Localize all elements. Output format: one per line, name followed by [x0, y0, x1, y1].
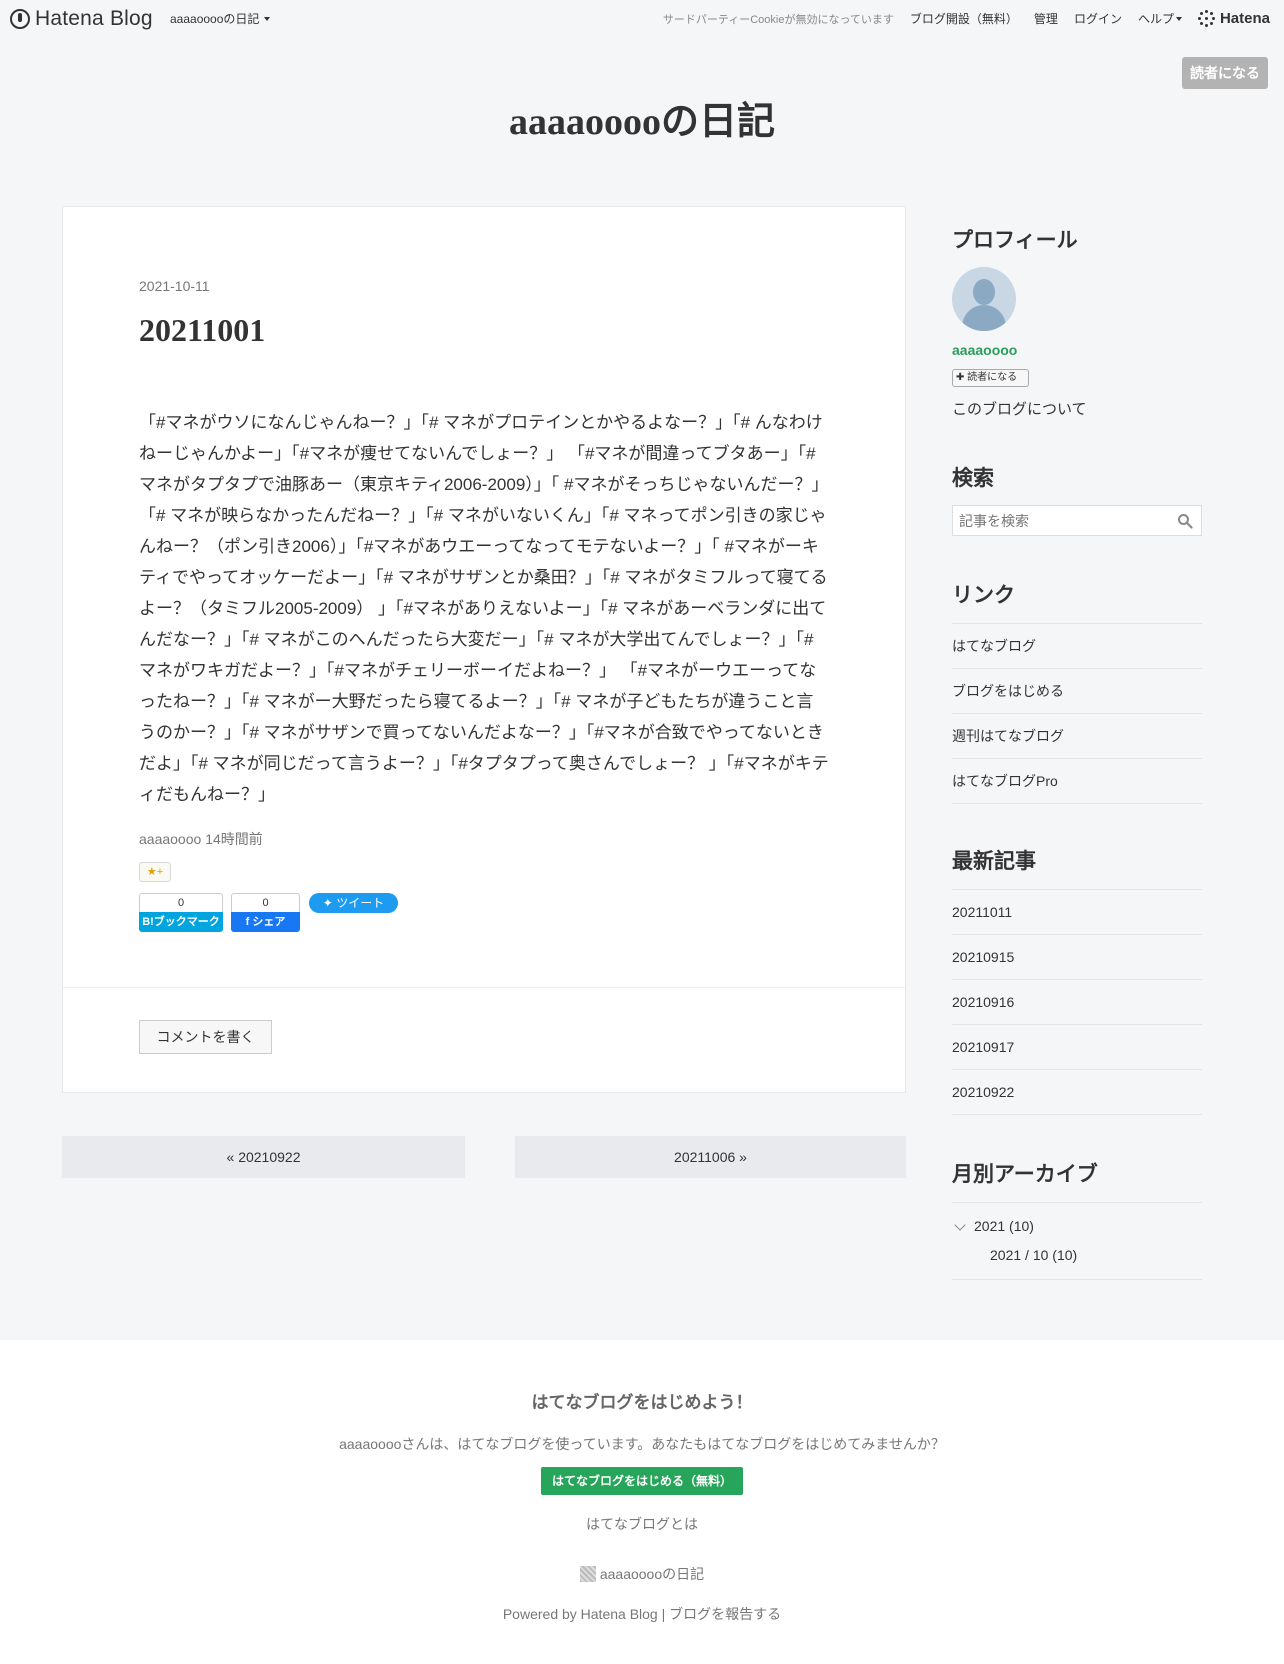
- chevron-down-icon: [954, 1218, 966, 1231]
- pager-prev-link[interactable]: « 20210922: [62, 1136, 465, 1178]
- tweet-button[interactable]: ✦ ツイート: [309, 893, 398, 913]
- entry-divider: [63, 987, 905, 988]
- search-title: 検索: [952, 467, 994, 490]
- entry-article: 2021-10-11 20211001 「#マネがウソになんじゃんねー？」「# …: [62, 206, 906, 1093]
- search-module: 検索: [952, 462, 1202, 536]
- archive-title: 月別アーカイブ: [952, 1163, 1098, 1186]
- link-item[interactable]: はてなブログ: [952, 624, 1202, 669]
- facebook-label: f シェア: [231, 912, 300, 932]
- search-icon[interactable]: [1177, 513, 1193, 529]
- hatena-blog-logo-icon: [10, 9, 30, 29]
- links-list: はてなブログ ブログをはじめる 週刊はてなブログ はてなブログPro: [952, 623, 1202, 804]
- blog-favicon-icon: [579, 1566, 596, 1582]
- help-label: ヘルプ: [1137, 12, 1174, 26]
- tweet-label: ツイート: [336, 896, 385, 910]
- caret-down-icon: [264, 16, 271, 21]
- pager-next-link[interactable]: 20211006 »: [515, 1136, 906, 1178]
- footer-text: aaaaooooさんは、はてなブログを使っています。あなたもはてなブログをはじめ…: [339, 1436, 945, 1452]
- logo-text: Hatena Blog: [35, 7, 153, 30]
- hatena-brand-link[interactable]: Hatena: [1197, 10, 1270, 27]
- links-title: リンク: [952, 584, 1015, 607]
- recent-entry-item[interactable]: 20210917: [952, 1025, 1202, 1070]
- start-blog-button[interactable]: はてなブログをはじめる（無料）: [541, 1467, 743, 1495]
- sidebar-subscribe-button[interactable]: ✚ 読者になる: [952, 369, 1029, 387]
- entry-body: 「#マネがウソになんじゃんねー？」「# マネがプロテインとかやるよなー？」「# …: [139, 413, 829, 804]
- profile-title: プロフィール: [952, 229, 1078, 252]
- about-hatena-blog-link[interactable]: はてなブログとは: [0, 1514, 1284, 1534]
- link-item[interactable]: はてなブログPro: [952, 759, 1202, 804]
- twitter-bird-icon: ✦: [322, 896, 333, 910]
- cookie-notice: サードパーティーCookieが無効になっています: [662, 13, 894, 26]
- login-link[interactable]: ログイン: [1074, 10, 1122, 27]
- bookmark-count: 0: [139, 893, 223, 912]
- blog-title[interactable]: aaaaooooの日記: [0, 90, 1284, 145]
- entry-meta: aaaaoooo 14時間前: [139, 829, 263, 849]
- footer-powered[interactable]: Powered by Hatena Blog | ブログを報告する: [0, 1604, 1284, 1624]
- bookmark-label: B!ブックマーク: [139, 912, 223, 932]
- archive-module: 月別アーカイブ 2021 (10) 2021 / 10 (10): [952, 1158, 1202, 1280]
- subscribe-button[interactable]: 読者になる: [1182, 57, 1268, 89]
- hatena-brand-label: Hatena: [1219, 10, 1270, 27]
- link-item[interactable]: ブログをはじめる: [952, 669, 1202, 714]
- archive-year-label: 2021 (10): [974, 1218, 1034, 1234]
- recent-title: 最新記事: [952, 850, 1036, 873]
- footer-blog-name: aaaaooooの日記: [599, 1566, 705, 1582]
- facebook-count: 0: [231, 893, 300, 912]
- footer-blog-link[interactable]: aaaaooooの日記: [0, 1564, 1284, 1584]
- entry-time-ago[interactable]: 14時間前: [205, 831, 263, 847]
- entry-date[interactable]: 2021-10-11: [139, 278, 210, 294]
- manage-link[interactable]: 管理: [1034, 10, 1058, 27]
- about-blog-link[interactable]: このブログについて: [952, 398, 1087, 419]
- avatar-head-icon: [973, 279, 995, 305]
- link-item[interactable]: 週刊はてなブログ: [952, 714, 1202, 759]
- facebook-share-button[interactable]: 0 f シェア: [231, 893, 300, 933]
- archive-month-link[interactable]: 2021 / 10 (10): [952, 1247, 1202, 1263]
- links-module: リンク はてなブログ ブログをはじめる 週刊はてなブログ はてなブログPro: [952, 579, 1202, 804]
- recent-entries-module: 最新記事 20211011 20210915 20210916 20210917…: [952, 845, 1202, 1115]
- archive-list: 2021 (10) 2021 / 10 (10): [952, 1202, 1202, 1280]
- write-comment-button[interactable]: コメントを書く: [139, 1020, 272, 1054]
- caret-down-icon: [1175, 16, 1182, 21]
- recent-list: 20211011 20210915 20210916 20210917 2021…: [952, 889, 1202, 1115]
- blog-menu-dropdown[interactable]: aaaaooooの日記: [170, 10, 271, 27]
- help-menu[interactable]: ヘルプ: [1138, 10, 1182, 27]
- footer-heading: はてなブログをはじめよう！: [531, 1393, 753, 1412]
- profile-name[interactable]: aaaaoooo: [952, 342, 1017, 358]
- hatena-dots-icon: [1197, 10, 1215, 27]
- avatar-body-icon: [962, 305, 1006, 331]
- profile-module: プロフィール aaaaoooo ✚ 読者になる このブログについて: [952, 224, 1202, 418]
- entry-author[interactable]: aaaaoooo: [139, 831, 201, 847]
- hatena-bookmark-button[interactable]: 0 B!ブックマーク: [139, 893, 223, 933]
- open-blog-link[interactable]: ブログ開設（無料）: [910, 10, 1018, 27]
- add-star-button[interactable]: ★+: [139, 862, 171, 882]
- blog-menu-label: aaaaooooの日記: [170, 12, 260, 26]
- recent-entry-item[interactable]: 20211011: [952, 890, 1202, 935]
- recent-entry-item[interactable]: 20210915: [952, 935, 1202, 980]
- global-header: Hatena Blog aaaaooooの日記 サードパーティーCookieが無…: [0, 0, 1284, 36]
- footer: はてなブログをはじめよう！ aaaaooooさんは、はてなブログを使っています。…: [0, 1340, 1284, 1664]
- recent-entry-item[interactable]: 20210916: [952, 980, 1202, 1025]
- hatena-blog-logo[interactable]: Hatena Blog: [10, 7, 153, 31]
- top-nav: サードパーティーCookieが無効になっています ブログ開設（無料） 管理 ログ…: [663, 10, 1284, 27]
- avatar[interactable]: [952, 267, 1016, 331]
- search-box: [952, 505, 1202, 536]
- entry-title[interactable]: 20211001: [139, 312, 265, 349]
- archive-year-toggle[interactable]: 2021 (10): [952, 1217, 1202, 1235]
- recent-entry-item[interactable]: 20210922: [952, 1070, 1202, 1115]
- search-input[interactable]: [953, 506, 1163, 535]
